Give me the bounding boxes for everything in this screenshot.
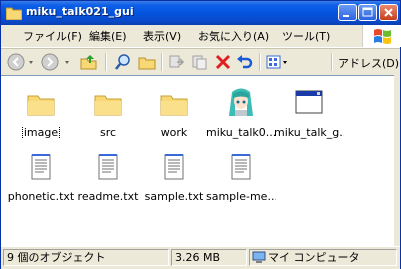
- views-dropdown-icon[interactable]: [281, 53, 301, 71]
- folder-icon: [94, 95, 122, 116]
- text-file-icon: [164, 154, 184, 180]
- file-item[interactable]: image: [6, 88, 76, 140]
- status-size: 3.26 MB: [171, 249, 247, 266]
- text-file-icon: [31, 154, 51, 180]
- menu-tools[interactable]: ツール(T): [282, 28, 330, 44]
- close-button[interactable]: [379, 4, 398, 21]
- status-location-label: マイ コンピュータ: [268, 251, 360, 264]
- address-label[interactable]: アドレス(D): [338, 55, 399, 71]
- menu-bar: ファイル(F) 編集(E) 表示(V) お気に入り(A) ツール(T): [1, 25, 400, 48]
- file-item[interactable]: phonetic.txt: [6, 152, 76, 203]
- windows-flag-icon: [374, 29, 391, 44]
- file-item[interactable]: sample.txt: [139, 152, 209, 203]
- file-name: src: [99, 126, 117, 139]
- delete-icon[interactable]: [213, 53, 233, 71]
- up-folder-icon[interactable]: [79, 53, 99, 71]
- copy-to-icon[interactable]: [190, 53, 210, 71]
- text-file-icon: [98, 154, 118, 180]
- file-name: image: [21, 126, 61, 139]
- toolbar-separator: [259, 53, 261, 71]
- forward-arrow-icon[interactable]: [41, 53, 61, 71]
- file-name: sample.txt: [144, 190, 204, 203]
- file-name: miku_talk0...: [206, 126, 276, 139]
- menu-file[interactable]: ファイル(F): [23, 28, 82, 44]
- toolbar-separator: [105, 53, 107, 71]
- windows-logo: [362, 25, 401, 47]
- close-icon: [384, 8, 393, 17]
- menu-view[interactable]: 表示(V): [143, 28, 181, 44]
- folder-icon: [6, 7, 22, 20]
- toolbar-separator: [331, 53, 333, 71]
- folder-icon: [160, 95, 188, 116]
- scrollbar[interactable]: [394, 75, 400, 246]
- folder-icon: [27, 95, 55, 116]
- menu-favorites[interactable]: お気に入り(A): [198, 28, 269, 44]
- menu-edit[interactable]: 編集(E): [89, 28, 127, 44]
- file-name: phonetic.txt: [7, 190, 75, 203]
- minimize-button[interactable]: [338, 4, 357, 21]
- file-name: readme.txt: [77, 190, 139, 203]
- status-bar: 9 個のオブジェクト 3.26 MB マイ コンピュータ: [1, 246, 400, 269]
- file-item[interactable]: readme.txt: [73, 152, 143, 203]
- file-item[interactable]: sample-me...: [206, 152, 276, 203]
- file-name: sample-me...: [206, 190, 276, 203]
- toolbar-separator: [161, 53, 163, 71]
- toolbar: アドレス(D): [1, 48, 400, 76]
- back-arrow-icon[interactable]: [7, 53, 27, 71]
- application-window-icon: [295, 90, 323, 114]
- maximize-icon: [362, 7, 373, 17]
- status-location: マイ コンピュータ: [249, 249, 397, 266]
- move-to-icon[interactable]: [167, 53, 187, 71]
- file-item[interactable]: miku_talk0...: [206, 86, 276, 140]
- folders-icon[interactable]: [137, 53, 157, 71]
- computer-icon: [252, 251, 266, 263]
- file-item[interactable]: miku_talk_g...: [274, 86, 344, 140]
- maximize-button[interactable]: [358, 4, 377, 21]
- minimize-icon: [343, 15, 349, 17]
- file-view[interactable]: image src work miku_talk0... miku_talk_g…: [1, 75, 394, 246]
- undo-icon[interactable]: [235, 53, 255, 71]
- window-title: miku_talk021_gui: [26, 5, 134, 18]
- title-bar[interactable]: miku_talk021_gui: [1, 1, 400, 25]
- file-name: work: [160, 126, 188, 139]
- explorer-window: miku_talk021_gui ファイル(F) 編集(E) 表示(V) お気に…: [0, 0, 401, 269]
- file-item[interactable]: work: [139, 88, 209, 140]
- file-name: miku_talk_g...: [274, 126, 344, 139]
- text-file-icon: [231, 154, 251, 180]
- miku-character-icon: [229, 88, 253, 116]
- status-object-count: 9 個のオブジェクト: [3, 249, 169, 266]
- search-icon[interactable]: [113, 53, 133, 71]
- file-item[interactable]: src: [73, 88, 143, 140]
